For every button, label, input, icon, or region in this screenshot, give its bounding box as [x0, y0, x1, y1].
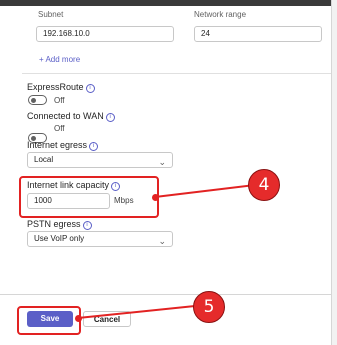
step-4-dot [152, 194, 159, 201]
step-5-connector [77, 305, 196, 319]
annotation-lines [77, 184, 256, 319]
step-4-badge: 4 [248, 169, 280, 201]
step-5-dot [75, 315, 82, 322]
step-4-connector [154, 184, 256, 198]
step-5-badge: 5 [193, 291, 225, 323]
